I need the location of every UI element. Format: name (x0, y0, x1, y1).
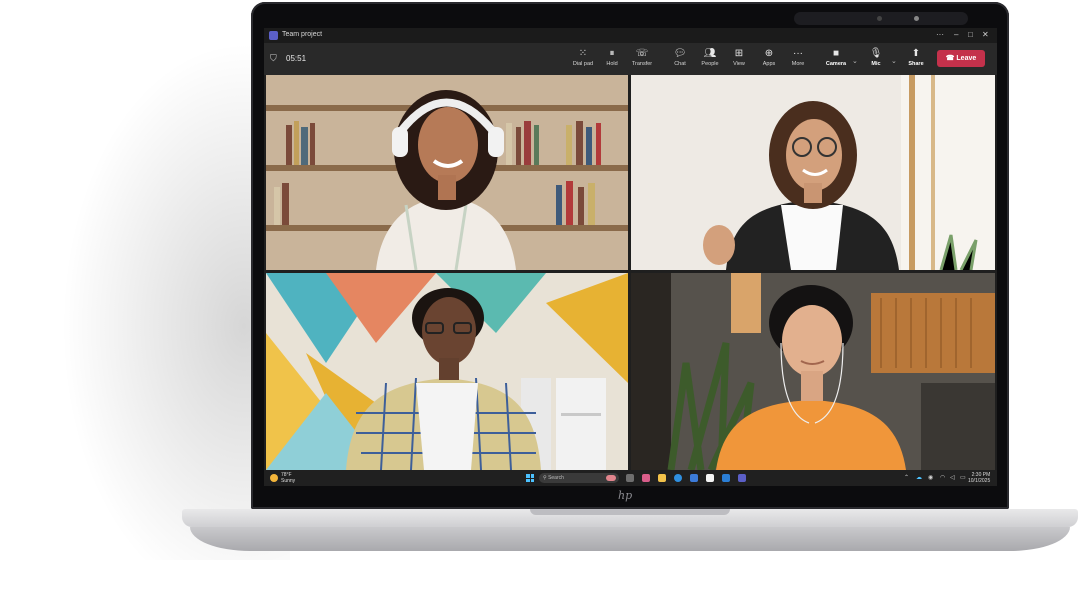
teams-taskbar-icon[interactable] (738, 474, 746, 482)
weather-condition: Sunny (281, 478, 296, 484)
microphone-icon: 🎙︎ (869, 48, 883, 59)
lid-opening-notch (530, 509, 730, 515)
task-view-icon[interactable] (626, 474, 634, 482)
window-titlebar: Team project ··· – □ ✕ (264, 28, 997, 43)
apps-button[interactable]: ⊕ Apps (755, 47, 783, 73)
dial-pad-icon: ⁙ (578, 48, 588, 59)
participant-video (266, 75, 628, 270)
more-button[interactable]: ··· More (784, 47, 812, 73)
participant-video-tile[interactable] (266, 273, 628, 470)
video-grid (266, 75, 995, 470)
window-title: Team project (282, 31, 323, 38)
share-screen-icon: ⬆ (911, 48, 921, 59)
pause-icon: ⏸ (609, 48, 615, 59)
settings-app-icon[interactable] (722, 474, 730, 482)
transfer-label: Transfer (631, 61, 653, 67)
screen: Team project ··· – □ ✕ ⛉ 05:51 ⁙ Dial pa… (264, 28, 997, 486)
camera-icon: ■ (832, 48, 840, 59)
store-icon[interactable] (706, 474, 714, 482)
people-icon: 👥︎ (703, 48, 717, 59)
share-label: Share (908, 61, 924, 67)
transfer-icon: ☏ (635, 48, 649, 59)
edge-browser-icon[interactable] (674, 474, 682, 482)
participant-video-tile[interactable] (631, 273, 995, 470)
chevron-up-icon[interactable]: ⌃ (904, 474, 909, 481)
hold-button[interactable]: ⏸ Hold (598, 47, 626, 73)
people-button[interactable]: 👥︎ People (696, 47, 724, 73)
battery-icon[interactable]: ▭ (960, 474, 966, 481)
chat-icon: 💬︎ (673, 48, 687, 59)
camera-button[interactable]: ■ Camera (822, 47, 850, 73)
camera-light-icon (914, 16, 919, 21)
taskbar-clock[interactable]: 2:30 PM 10/1/2025 (968, 472, 990, 484)
close-icon[interactable]: ✕ (982, 30, 989, 39)
wifi-icon[interactable]: ◠ (940, 474, 945, 481)
share-button[interactable]: ⬆ Share (902, 47, 930, 73)
view-label: View (733, 61, 745, 67)
apps-label: Apps (762, 61, 776, 67)
camera-options-chevron-down-icon[interactable]: ⌄ (852, 57, 858, 65)
call-timer: 05:51 (286, 54, 307, 63)
sun-icon[interactable] (270, 474, 278, 482)
maximize-icon[interactable]: □ (968, 30, 973, 39)
participant-video-tile[interactable] (631, 75, 995, 270)
taskbar: 78°F Sunny ⚲ Search ⌃ ☁ ◉ ◠ ◁ ▭ 2:30 PM … (264, 470, 997, 486)
camera-label: Camera (825, 61, 847, 67)
hp-logo: hp (618, 489, 633, 502)
mic-options-chevron-down-icon[interactable]: ⌄ (891, 57, 897, 65)
more-options-icon[interactable]: ··· (936, 30, 944, 39)
webcam-icon (877, 16, 882, 21)
more-label: More (791, 61, 805, 67)
view-button[interactable]: ⊞ View (725, 47, 753, 73)
transfer-button[interactable]: ☏ Transfer (628, 47, 656, 73)
webcam-bar (794, 12, 968, 25)
mic-label: Mic (871, 61, 881, 67)
taskbar-search-input[interactable]: ⚲ Search (539, 473, 619, 483)
leave-label: Leave (956, 55, 977, 62)
weather-widget[interactable]: 78°F Sunny (281, 472, 295, 484)
file-explorer-icon[interactable] (658, 474, 666, 482)
participant-video-tile[interactable] (266, 75, 628, 270)
call-toolbar: ⛉ 05:51 ⁙ Dial pad ⏸ Hold ☏ Transfer 💬︎ … (264, 43, 997, 75)
outlook-icon[interactable] (690, 474, 698, 482)
dial-pad-label: Dial pad (572, 61, 594, 67)
participant-video (631, 75, 995, 270)
grid-view-icon: ⊞ (734, 48, 744, 59)
chat-label: Chat (674, 61, 686, 67)
laptop-base-edge (190, 527, 1070, 551)
leave-button[interactable]: ☎ Leave (937, 50, 985, 67)
people-label: People (701, 61, 719, 67)
phone-hangup-icon: ☎ (945, 55, 955, 62)
windows-start-icon[interactable] (526, 474, 534, 482)
search-icon: ⚲ (543, 475, 547, 481)
apps-icon: ⊕ (764, 48, 774, 59)
dial-pad-button[interactable]: ⁙ Dial pad (569, 47, 597, 73)
clock-date: 10/1/2025 (968, 478, 991, 484)
teams-tray-icon[interactable]: ◉ (928, 474, 933, 481)
shield-icon: ⛉ (270, 53, 277, 63)
hold-label: Hold (606, 61, 618, 67)
volume-icon[interactable]: ◁ (950, 474, 955, 481)
teams-icon (269, 31, 278, 40)
copilot-icon[interactable] (642, 474, 650, 482)
more-icon: ··· (793, 48, 803, 59)
search-highlight-icon (606, 475, 616, 481)
participant-video (631, 273, 995, 470)
search-placeholder: Search (548, 475, 564, 481)
onedrive-icon[interactable]: ☁ (916, 474, 922, 481)
mic-button[interactable]: 🎙︎ Mic (862, 47, 890, 73)
participant-video (266, 273, 628, 470)
minimize-icon[interactable]: – (954, 30, 958, 39)
chat-button[interactable]: 💬︎ Chat (666, 47, 694, 73)
